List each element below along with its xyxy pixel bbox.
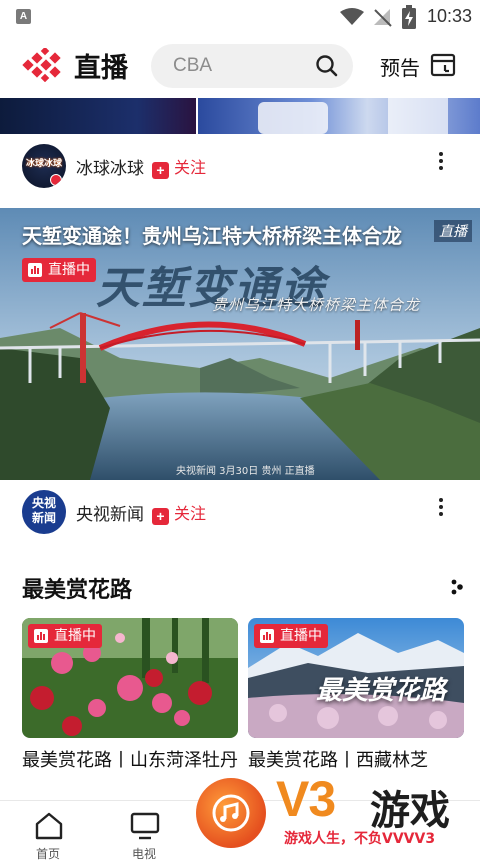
nav-label-home[interactable]: 首页 [36, 845, 60, 862]
live-bars-icon [28, 263, 42, 277]
nav-label-tv[interactable]: 电视 [132, 845, 156, 862]
preview-button[interactable]: 预告 [380, 52, 420, 81]
live-label: 直播中 [54, 628, 96, 644]
live-card-nyingchi[interactable]: 最美赏花路 直播中 [248, 618, 464, 738]
page-title: 直播 [74, 53, 128, 84]
live-badge: 直播中 [28, 624, 102, 648]
no-signal-icon [374, 9, 392, 27]
battery-charging-icon [402, 5, 416, 29]
follow-label: 关注 [174, 158, 207, 177]
hero-calligraphy-subtitle: 贵州乌江特大桥桥梁主体合龙 [212, 296, 421, 314]
avatar[interactable]: 冰球冰球 [22, 144, 66, 188]
section-title: 最美赏花路 [22, 578, 133, 603]
channel-row-cctv-news[interactable]: 央视新闻 央视新闻 + 关注 [0, 480, 480, 544]
tv-icon[interactable] [130, 811, 160, 841]
previous-thumbnails-strip[interactable] [0, 98, 480, 134]
live-card-peony[interactable]: 直播中 [22, 618, 238, 738]
top-header: 直播 CBA 预告 [0, 34, 480, 98]
channel-row-ice-hockey[interactable]: 冰球冰球 冰球冰球 + 关注 [0, 134, 480, 198]
thumbnail-left[interactable] [0, 98, 196, 134]
search-icon[interactable] [315, 54, 339, 78]
status-time: 10:33 [426, 6, 472, 26]
avatar-text: 央视新闻 [31, 496, 56, 525]
hero-brand-mark: 直播 [434, 220, 472, 242]
follow-label: 关注 [174, 504, 207, 523]
status-bar: A 10:33 [0, 0, 480, 34]
hero-caption: 央视新闻 3月30日 贵州 正直播 [176, 466, 315, 477]
watermark: V3 游戏 游戏人生，不负VVVV3 [196, 766, 480, 853]
watermark-logo-icon [196, 778, 266, 848]
hero-title[interactable]: 天堑变通途！贵州乌江特大桥桥梁主体合龙 [22, 220, 402, 249]
follow-button[interactable]: + 关注 [152, 154, 206, 179]
more-options-icon[interactable] [438, 498, 444, 520]
more-options-icon[interactable] [438, 152, 444, 174]
hero-live-video[interactable]: 天堑变通途 贵州乌江特大桥桥梁主体合龙 天堑变通途！贵州乌江特大桥桥梁主体合龙 … [0, 208, 480, 480]
live-label: 直播中 [280, 628, 322, 644]
live-badge: 直播中 [22, 258, 96, 282]
plus-icon: + [152, 162, 169, 179]
live-label: 直播中 [48, 262, 90, 278]
wifi-icon [340, 8, 364, 25]
follow-button[interactable]: + 关注 [152, 500, 206, 525]
thumbnail-right[interactable] [198, 98, 480, 134]
watermark-slogan: 游戏人生，不负VVVV3 [284, 831, 436, 847]
search-bar[interactable]: CBA [151, 44, 353, 88]
avatar[interactable]: 央视新闻 [22, 490, 66, 534]
verified-badge-icon [50, 174, 62, 186]
watermark-brand: V3 [276, 771, 336, 827]
schedule-icon[interactable] [430, 52, 456, 78]
channel-name[interactable]: 央视新闻 [76, 500, 144, 525]
home-icon[interactable] [34, 811, 64, 841]
plus-icon: + [152, 508, 169, 525]
notification-a-icon: A [16, 9, 31, 24]
section-more-icon[interactable] [450, 578, 464, 596]
search-placeholder: CBA [173, 55, 213, 76]
live-badge: 直播中 [254, 624, 328, 648]
card-overlay-text: 最美赏花路 [316, 676, 447, 706]
live-bars-icon [260, 629, 274, 643]
avatar-text: 冰球冰球 [26, 159, 63, 169]
channel-name[interactable]: 冰球冰球 [76, 154, 144, 179]
app-logo-icon [22, 48, 61, 82]
live-bars-icon [34, 629, 48, 643]
